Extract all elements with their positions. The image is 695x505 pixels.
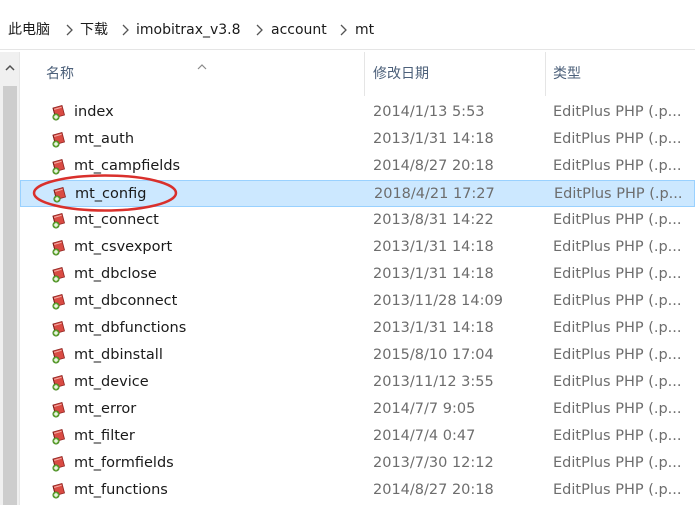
editplus-php-file-icon — [50, 482, 68, 500]
file-type: EditPlus PHP (.p... — [553, 374, 682, 390]
file-date-modified: 2013/1/31 14:18 — [373, 320, 494, 336]
file-row[interactable]: mt_filter 2014/7/4 0:47 EditPlus PHP (.p… — [20, 423, 695, 450]
file-name: mt_functions — [74, 482, 168, 498]
column-divider[interactable] — [545, 52, 546, 96]
breadcrumb-item-account[interactable]: account — [271, 20, 327, 40]
file-name: mt_auth — [74, 131, 135, 147]
editplus-php-file-icon — [50, 104, 68, 122]
file-row[interactable]: mt_dbconnect 2013/11/28 14:09 EditPlus P… — [20, 288, 695, 315]
editplus-php-file-icon — [50, 320, 68, 338]
editplus-php-file-icon — [51, 186, 69, 204]
file-name: mt_dbclose — [74, 266, 157, 282]
file-name: mt_error — [74, 401, 137, 417]
file-name: mt_csvexport — [74, 239, 173, 255]
column-header-name[interactable]: 名称 — [46, 52, 364, 96]
file-date-modified: 2014/7/7 9:05 — [373, 401, 476, 417]
file-type: EditPlus PHP (.p... — [553, 293, 682, 309]
file-name: mt_filter — [74, 428, 135, 444]
breadcrumb: 此电脑 下载 imobitrax_v3.8 account mt — [0, 8, 695, 50]
editplus-php-file-icon — [50, 293, 68, 311]
editplus-php-file-icon — [50, 428, 68, 446]
breadcrumb-item-this-pc[interactable]: 此电脑 — [8, 20, 50, 40]
editplus-php-file-icon — [50, 239, 68, 257]
file-type: EditPlus PHP (.p... — [553, 455, 682, 471]
file-date-modified: 2015/8/10 17:04 — [373, 347, 494, 363]
breadcrumb-item-mt[interactable]: mt — [355, 20, 374, 40]
file-type: EditPlus PHP (.p... — [553, 212, 682, 228]
file-date-modified: 2013/8/31 14:22 — [373, 212, 494, 228]
editplus-php-file-icon — [50, 212, 68, 230]
file-date-modified: 2014/7/4 0:47 — [373, 428, 476, 444]
file-date-modified: 2014/1/13 5:53 — [373, 104, 485, 120]
file-type: EditPlus PHP (.p... — [554, 186, 683, 202]
file-explorer-window: 此电脑 下载 imobitrax_v3.8 account mt 名称 修改日期… — [0, 0, 695, 505]
file-row[interactable]: mt_error 2014/7/7 9:05 EditPlus PHP (.p.… — [20, 396, 695, 423]
file-row[interactable]: mt_formfields 2013/7/30 12:12 EditPlus P… — [20, 450, 695, 477]
editplus-php-file-icon — [50, 266, 68, 284]
editplus-php-file-icon — [50, 131, 68, 149]
editplus-php-file-icon — [50, 374, 68, 392]
file-date-modified: 2014/8/27 20:18 — [373, 482, 494, 498]
file-name: mt_config — [75, 186, 147, 202]
file-row[interactable]: index 2014/1/13 5:53 EditPlus PHP (.p... — [20, 99, 695, 126]
file-name: mt_formfields — [74, 455, 174, 471]
file-name: mt_campfields — [74, 158, 181, 174]
file-type: EditPlus PHP (.p... — [553, 239, 682, 255]
file-type: EditPlus PHP (.p... — [553, 104, 682, 120]
file-name: mt_connect — [74, 212, 159, 228]
file-name: mt_dbconnect — [74, 293, 178, 309]
editplus-php-file-icon — [50, 401, 68, 419]
chevron-right-icon[interactable] — [118, 22, 132, 38]
file-type: EditPlus PHP (.p... — [553, 401, 682, 417]
file-date-modified: 2018/4/21 17:27 — [374, 186, 495, 202]
file-name: mt_dbinstall — [74, 347, 163, 363]
chevron-right-icon[interactable] — [336, 22, 350, 38]
file-row[interactable]: mt_dbclose 2013/1/31 14:18 EditPlus PHP … — [20, 261, 695, 288]
file-row[interactable]: mt_campfields 2014/8/27 20:18 EditPlus P… — [20, 153, 695, 180]
file-date-modified: 2013/1/31 14:18 — [373, 266, 494, 282]
file-name: mt_device — [74, 374, 149, 390]
file-row[interactable]: mt_auth 2013/1/31 14:18 EditPlus PHP (.p… — [20, 126, 695, 153]
scroll-up-arrow-icon[interactable] — [3, 60, 17, 74]
file-row[interactable]: mt_dbinstall 2015/8/10 17:04 EditPlus PH… — [20, 342, 695, 369]
column-header-type[interactable]: 类型 — [553, 52, 693, 96]
file-date-modified: 2013/11/12 3:55 — [373, 374, 494, 390]
file-date-modified: 2014/8/27 20:18 — [373, 158, 494, 174]
file-type: EditPlus PHP (.p... — [553, 131, 682, 147]
file-row[interactable]: mt_functions 2014/8/27 20:18 EditPlus PH… — [20, 477, 695, 504]
file-list: index 2014/1/13 5:53 EditPlus PHP (.p...… — [20, 99, 695, 504]
chevron-right-icon[interactable] — [62, 22, 76, 38]
file-row[interactable]: mt_device 2013/11/12 3:55 EditPlus PHP (… — [20, 369, 695, 396]
editplus-php-file-icon — [50, 158, 68, 176]
editplus-php-file-icon — [50, 455, 68, 473]
file-row[interactable]: mt_csvexport 2013/1/31 14:18 EditPlus PH… — [20, 234, 695, 261]
file-type: EditPlus PHP (.p... — [553, 347, 682, 363]
file-type: EditPlus PHP (.p... — [553, 158, 682, 174]
file-date-modified: 2013/11/28 14:09 — [373, 293, 503, 309]
file-row[interactable]: mt_config 2018/4/21 17:27 EditPlus PHP (… — [20, 180, 695, 207]
chevron-right-icon[interactable] — [252, 22, 266, 38]
file-date-modified: 2013/1/31 14:18 — [373, 239, 494, 255]
file-date-modified: 2013/7/30 12:12 — [373, 455, 494, 471]
file-row[interactable]: mt_connect 2013/8/31 14:22 EditPlus PHP … — [20, 207, 695, 234]
column-divider[interactable] — [364, 52, 365, 96]
file-type: EditPlus PHP (.p... — [553, 482, 682, 498]
file-type: EditPlus PHP (.p... — [553, 266, 682, 282]
breadcrumb-item-downloads[interactable]: 下载 — [80, 20, 108, 40]
vertical-scrollbar[interactable] — [0, 52, 20, 505]
file-type: EditPlus PHP (.p... — [553, 428, 682, 444]
file-name: index — [74, 104, 114, 120]
file-type: EditPlus PHP (.p... — [553, 320, 682, 336]
breadcrumb-item-imobitrax[interactable]: imobitrax_v3.8 — [136, 20, 241, 40]
scrollbar-thumb[interactable] — [3, 86, 17, 505]
file-name: mt_dbfunctions — [74, 320, 187, 336]
file-row[interactable]: mt_dbfunctions 2013/1/31 14:18 EditPlus … — [20, 315, 695, 342]
editplus-php-file-icon — [50, 347, 68, 365]
file-date-modified: 2013/1/31 14:18 — [373, 131, 494, 147]
column-header-date-modified[interactable]: 修改日期 — [373, 52, 545, 96]
